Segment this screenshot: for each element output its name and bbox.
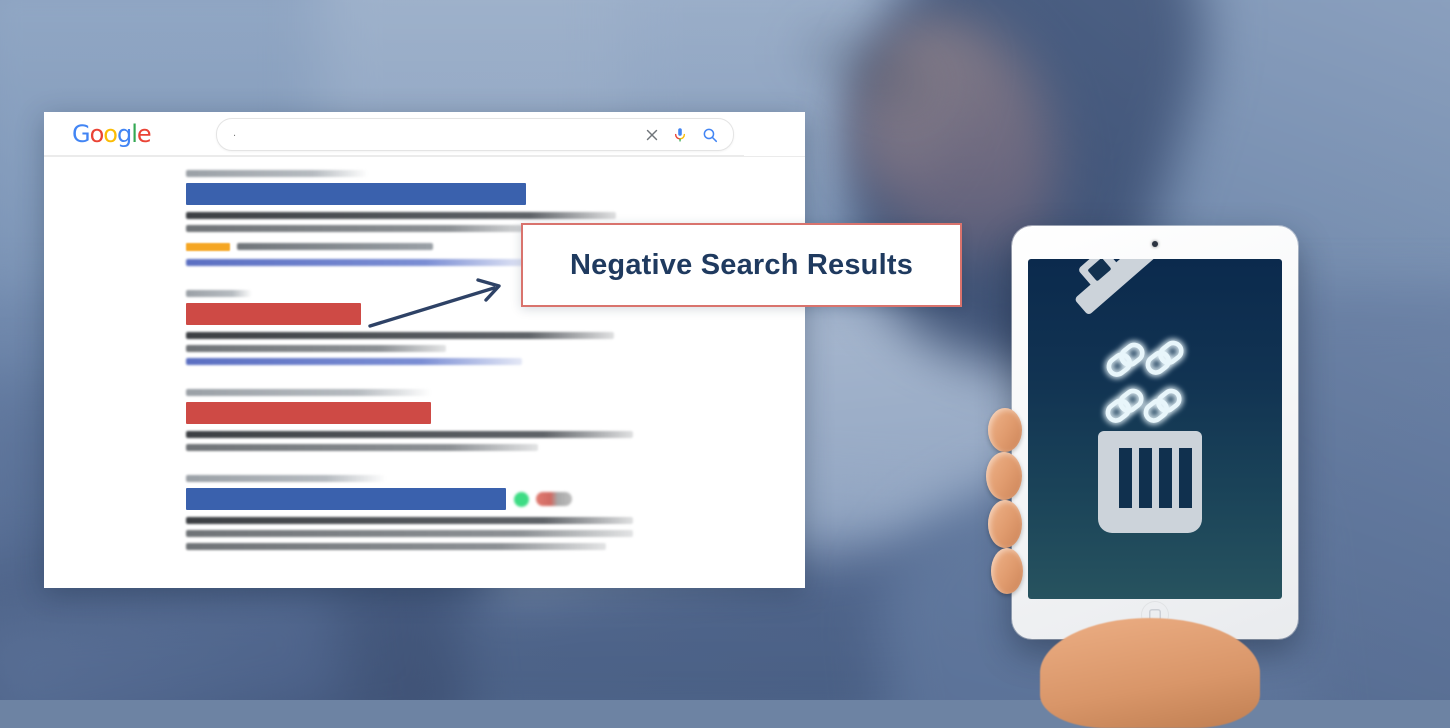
google-logo-letter-5: e bbox=[136, 120, 152, 148]
result-title-redaction-blue[interactable] bbox=[186, 183, 526, 205]
google-search-results-card: Google . bbox=[44, 112, 805, 588]
green-status-dot bbox=[514, 492, 529, 507]
chain-link-icon bbox=[1143, 388, 1182, 423]
snippet-line bbox=[186, 517, 633, 524]
finger-grip bbox=[988, 500, 1022, 548]
chain-link-icon bbox=[1145, 340, 1184, 375]
microphone-icon[interactable] bbox=[671, 126, 689, 144]
snippet-line bbox=[186, 225, 538, 232]
finger-grip bbox=[991, 548, 1023, 594]
finger-grip bbox=[986, 452, 1022, 500]
result-breadcrumb bbox=[186, 290, 252, 297]
search-header: Google . bbox=[44, 112, 805, 157]
trash-bin-icon bbox=[1098, 431, 1202, 533]
header-divider bbox=[44, 155, 744, 156]
result-snippet bbox=[186, 431, 786, 451]
snippet-line bbox=[186, 431, 633, 438]
search-input[interactable]: . bbox=[216, 118, 734, 151]
finger-grip bbox=[988, 408, 1022, 452]
rating-meta bbox=[237, 243, 433, 251]
google-logo-letter-2: o bbox=[103, 120, 118, 148]
chain-link-icon bbox=[1105, 388, 1144, 423]
snippet-line bbox=[186, 212, 616, 219]
search-result-item[interactable] bbox=[186, 475, 786, 550]
broken-links-into-trash-illustration bbox=[1075, 259, 1202, 533]
snippet-line bbox=[186, 345, 446, 352]
snippet-line bbox=[186, 332, 614, 339]
snippet-line bbox=[186, 444, 538, 451]
palm bbox=[1040, 618, 1260, 728]
front-camera-icon bbox=[1152, 241, 1158, 247]
snippet-line bbox=[186, 543, 606, 550]
result-breadcrumb bbox=[186, 170, 368, 177]
search-icon[interactable] bbox=[701, 126, 719, 144]
result-snippet bbox=[186, 332, 786, 352]
result-breadcrumb bbox=[186, 389, 431, 396]
diagonal-bar-icon bbox=[1075, 259, 1166, 314]
clear-icon[interactable] bbox=[643, 126, 661, 144]
google-logo-letter-3: g bbox=[116, 120, 132, 148]
tablet-device bbox=[1012, 226, 1298, 639]
red-status-pill bbox=[536, 492, 572, 506]
search-result-item[interactable] bbox=[186, 389, 786, 451]
result-sitelinks[interactable] bbox=[186, 358, 522, 365]
callout-label: Negative Search Results bbox=[569, 248, 914, 281]
result-title-redaction-red[interactable] bbox=[186, 303, 361, 325]
google-logo-letter-1: o bbox=[89, 120, 105, 148]
result-title-redaction-blue[interactable] bbox=[186, 488, 506, 510]
google-logo-letter-0: G bbox=[72, 120, 91, 148]
callout-box: Negative Search Results bbox=[521, 223, 962, 307]
result-breadcrumb bbox=[186, 475, 386, 482]
result-title-redaction-red[interactable] bbox=[186, 402, 431, 424]
snippet-line bbox=[186, 530, 633, 537]
chain-link-icon bbox=[1106, 342, 1145, 377]
search-query-text: . bbox=[233, 127, 237, 139]
tablet-screen[interactable] bbox=[1028, 259, 1282, 599]
google-logo[interactable]: Google bbox=[72, 120, 152, 148]
result-sitelinks[interactable] bbox=[186, 259, 528, 266]
result-snippet bbox=[186, 517, 786, 550]
star-rating-icon bbox=[186, 242, 230, 251]
